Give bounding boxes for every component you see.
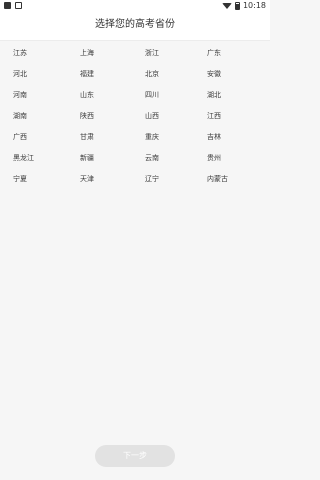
province-row: 广西 甘肃 重庆 吉林 [0,128,270,149]
province-option[interactable]: 北京 [145,69,159,79]
province-option[interactable]: 河北 [13,69,27,79]
province-row: 黑龙江 新疆 云南 贵州 [0,149,270,170]
province-option[interactable]: 甘肃 [80,132,94,142]
next-button[interactable]: 下一步 [95,445,175,467]
province-row: 江苏 上海 浙江 广东 [0,44,270,65]
province-option[interactable]: 辽宁 [145,174,159,184]
province-option[interactable]: 湖北 [207,90,221,100]
province-option[interactable]: 陕西 [80,111,94,121]
province-row: 宁夏 天津 辽宁 内蒙古 [0,170,270,191]
province-option[interactable]: 内蒙古 [207,174,228,184]
province-option[interactable]: 天津 [80,174,94,184]
status-right: 10:18 [221,1,266,11]
status-left [4,2,22,9]
battery-icon [234,2,240,10]
province-option[interactable]: 云南 [145,153,159,163]
province-option[interactable]: 贵州 [207,153,221,163]
province-option[interactable]: 广西 [13,132,27,142]
province-option[interactable]: 河南 [13,90,27,100]
status-bar: 10:18 [0,0,270,12]
province-option[interactable]: 江苏 [13,48,27,58]
province-option[interactable]: 广东 [207,48,221,58]
province-option[interactable]: 吉林 [207,132,221,142]
status-time: 10:18 [242,1,266,10]
font-icon [15,2,22,9]
province-option[interactable]: 安徽 [207,69,221,79]
province-option[interactable]: 宁夏 [13,174,27,184]
province-row: 河北 福建 北京 安徽 [0,65,270,86]
gallery-icon [4,2,11,9]
province-option[interactable]: 福建 [80,69,94,79]
province-option[interactable]: 上海 [80,48,94,58]
province-row: 湖南 陕西 山西 江西 [0,107,270,128]
province-option[interactable]: 山西 [145,111,159,121]
province-option[interactable]: 重庆 [145,132,159,142]
province-grid: 江苏 上海 浙江 广东 河北 福建 北京 安徽 河南 山东 四川 湖北 湖南 陕… [0,44,270,191]
province-option[interactable]: 四川 [145,90,159,100]
province-option[interactable]: 黑龙江 [13,153,34,163]
province-option[interactable]: 浙江 [145,48,159,58]
province-option[interactable]: 江西 [207,111,221,121]
header: 选择您的高考省份 [0,12,270,41]
province-option[interactable]: 湖南 [13,111,27,121]
province-row: 河南 山东 四川 湖北 [0,86,270,107]
province-option[interactable]: 山东 [80,90,94,100]
province-option[interactable]: 新疆 [80,153,94,163]
page-title: 选择您的高考省份 [95,19,175,30]
wifi-icon [221,3,232,9]
